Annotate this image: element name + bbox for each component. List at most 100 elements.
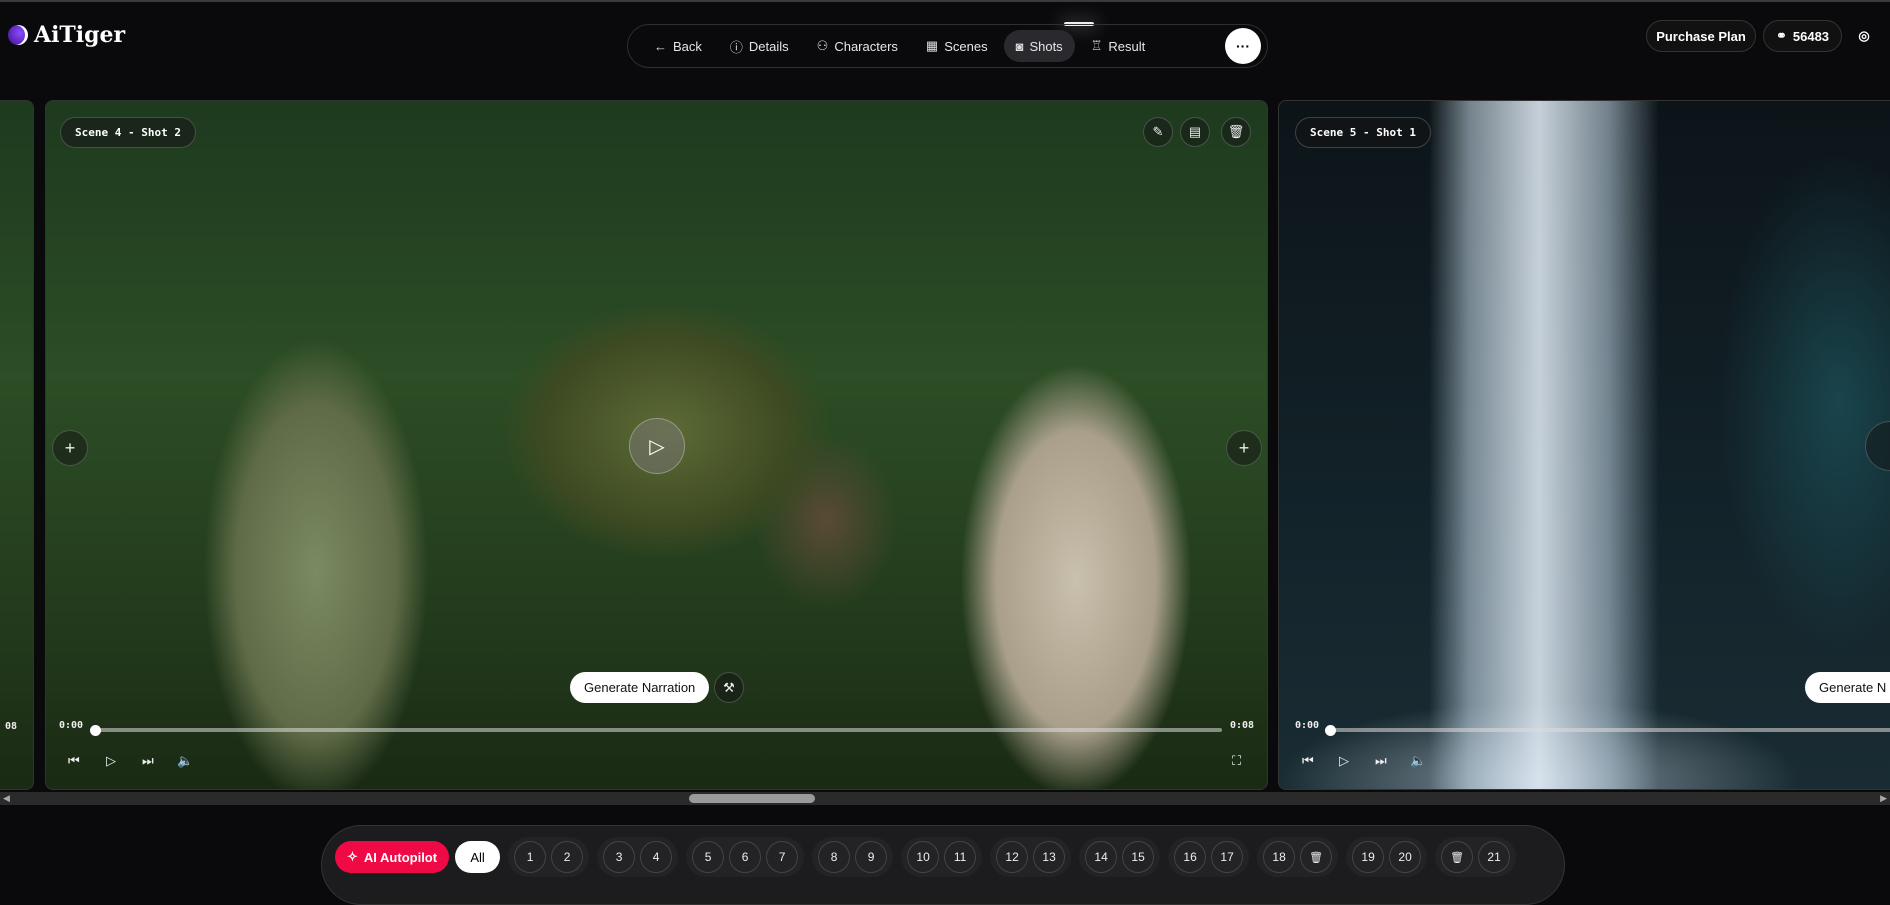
logo[interactable]: AiTiger [8, 22, 125, 48]
scene-groups: 1 2 3 4 5 6 7 8 9 10 11 12 13 14 15 16 17 18 🗑 19 20 🗑 21 [508, 837, 1517, 877]
shot-card-previous[interactable]: 08 [0, 100, 34, 790]
info-icon: ⓘ [729, 39, 743, 55]
autopilot-label: AI Autopilot [363, 849, 438, 865]
skip-back-icon[interactable]: ⏮ [1302, 753, 1314, 769]
coins-icon: ⚭ [1775, 28, 1787, 43]
trash-icon[interactable]: 🗑 [1300, 841, 1333, 873]
nav-details[interactable]: ⓘ Details [718, 30, 801, 62]
shot-number-button[interactable]: 11 [944, 841, 977, 873]
shot-number-button[interactable]: 8 [818, 841, 851, 873]
skip-back-icon[interactable]: ⏮ [68, 753, 80, 769]
shot-number-button[interactable]: 9 [855, 841, 888, 873]
shot-number-button[interactable]: 17 [1211, 841, 1244, 873]
progress-track[interactable] [1331, 728, 1890, 732]
progress-handle[interactable] [1325, 725, 1336, 736]
scene-group: 89 [812, 837, 894, 877]
scene-group: 12 13 [990, 837, 1072, 877]
scene-group: 18 🗑 [1257, 837, 1339, 877]
add-shot-before-button[interactable]: + [52, 430, 88, 466]
shot-card[interactable]: Scene 5 - Shot 1 Generate N 0:00 ⏮ ▷ ⏭ 🔈 [1278, 100, 1890, 790]
shot-number-button[interactable]: 12 [996, 841, 1029, 873]
scroll-right-icon[interactable]: ▶ [1880, 793, 1887, 804]
archive-icon[interactable]: ▤ [1180, 117, 1210, 147]
play-small-icon[interactable]: ▷ [1339, 753, 1349, 769]
scrollbar-thumb[interactable] [689, 794, 815, 803]
shot-number-button[interactable]: 20 [1389, 841, 1422, 873]
nav-shots[interactable]: ◙ Shots [1003, 30, 1075, 62]
scene-group: 10 11 [901, 837, 983, 877]
credits-badge[interactable]: ⚭ 56483 [1763, 20, 1842, 52]
shot-number-button[interactable]: 7 [766, 841, 799, 873]
shot-number-button[interactable]: 18 [1263, 841, 1296, 873]
time-end: 0:08 [1230, 720, 1255, 731]
shot-number-button[interactable]: 16 [1174, 841, 1207, 873]
volume-icon[interactable]: 🔈 [177, 753, 193, 769]
tiger-logo-icon [8, 25, 28, 45]
top-border [0, 0, 1890, 2]
sparkle-icon: ✧ [347, 849, 358, 864]
volume-icon[interactable]: 🔈 [1410, 753, 1426, 769]
shot-number-button[interactable]: 5 [692, 841, 725, 873]
trash-icon[interactable]: 🗑 [1221, 117, 1251, 147]
shot-card[interactable]: Scene 4 - Shot 2 ✎ ▤ 🗑 + + ▷ Generate Na… [45, 100, 1268, 790]
film-icon: ▦ [925, 38, 939, 53]
horizontal-scrollbar[interactable]: ◀ ▶ [0, 792, 1890, 805]
progress-handle[interactable] [90, 725, 101, 736]
shot-label: Scene 4 - Shot 2 [60, 117, 196, 148]
more-button[interactable]: ··· [1225, 28, 1261, 64]
nav-label: Shots [1029, 38, 1063, 54]
shot-number-button[interactable]: 10 [907, 841, 940, 873]
nav-characters[interactable]: ⚇ Characters [805, 30, 910, 62]
nav-label: Back [673, 38, 702, 54]
camera-icon: ◙ [1015, 38, 1024, 54]
nav-result[interactable]: ♖ Result [1079, 30, 1158, 62]
shot-label: Scene 5 - Shot 1 [1295, 117, 1431, 148]
shot-number-button[interactable]: 15 [1122, 841, 1155, 873]
nav-label: Details [748, 38, 789, 54]
scene-group: 34 [597, 837, 679, 877]
shot-number-button[interactable]: 13 [1033, 841, 1066, 873]
shot-number-button[interactable]: 1 [514, 841, 547, 873]
shot-navigator: ✧ AI Autopilot All 1 2 3 4 5 6 7 8 9 10 11 12 13 14 15 1… [321, 825, 1565, 905]
nav-label: Result [1108, 38, 1146, 54]
skip-forward-icon[interactable]: ⏭ [1375, 753, 1387, 769]
fullscreen-icon[interactable]: ⛶ [1232, 753, 1241, 769]
purchase-plan-button[interactable]: Purchase Plan [1646, 20, 1756, 52]
edit-icon[interactable]: ✎ [1143, 117, 1173, 147]
time-current: 0:00 [59, 720, 84, 731]
play-icon[interactable]: ▷ [629, 418, 685, 474]
skip-forward-icon[interactable]: ⏭ [142, 753, 154, 769]
filter-all-button[interactable]: All [455, 841, 501, 873]
nav-label: Scenes [944, 38, 988, 54]
add-shot-after-button[interactable]: + [1226, 430, 1262, 466]
time-current: 0:00 [1295, 720, 1320, 731]
shot-number-button[interactable]: 6 [729, 841, 762, 873]
scene-group: 12 [508, 837, 590, 877]
user-account-icon[interactable]: ◎ [1852, 22, 1876, 50]
shot-number-button[interactable]: 21 [1478, 841, 1511, 873]
play-small-icon[interactable]: ▷ [106, 753, 116, 769]
scroll-left-icon[interactable]: ◀ [3, 793, 10, 804]
shot-number-button[interactable]: 4 [640, 841, 673, 873]
ai-autopilot-button[interactable]: ✧ AI Autopilot [335, 841, 450, 873]
scene-group: 14 15 [1079, 837, 1161, 877]
shot-number-button[interactable]: 14 [1085, 841, 1118, 873]
nav-label: Characters [834, 38, 898, 54]
nav-scenes[interactable]: ▦ Scenes [914, 30, 1000, 62]
credits-count: 56483 [1792, 28, 1830, 44]
scene-group: 16 17 [1168, 837, 1250, 877]
shot-number-button[interactable]: 19 [1352, 841, 1385, 873]
nav-back[interactable]: ← Back [642, 30, 714, 62]
shot-number-button[interactable]: 2 [551, 841, 584, 873]
time-end: 08 [5, 721, 18, 732]
shot-number-button[interactable]: 3 [603, 841, 636, 873]
app-name: AiTiger [34, 22, 126, 48]
scene-group: 19 20 [1346, 837, 1428, 877]
trash-icon[interactable]: 🗑 [1441, 841, 1474, 873]
progress-track[interactable] [96, 728, 1222, 732]
scroll-next-button[interactable] [1865, 421, 1890, 471]
magic-wand-icon[interactable]: ⚒ [714, 672, 744, 703]
generate-narration-button[interactable]: Generate Narration [570, 672, 710, 703]
main-nav: ← Back ⓘ Details ⚇ Characters ▦ Scenes ◙ Shot… [627, 24, 1268, 68]
generate-narration-button[interactable]: Generate N [1805, 672, 1890, 703]
